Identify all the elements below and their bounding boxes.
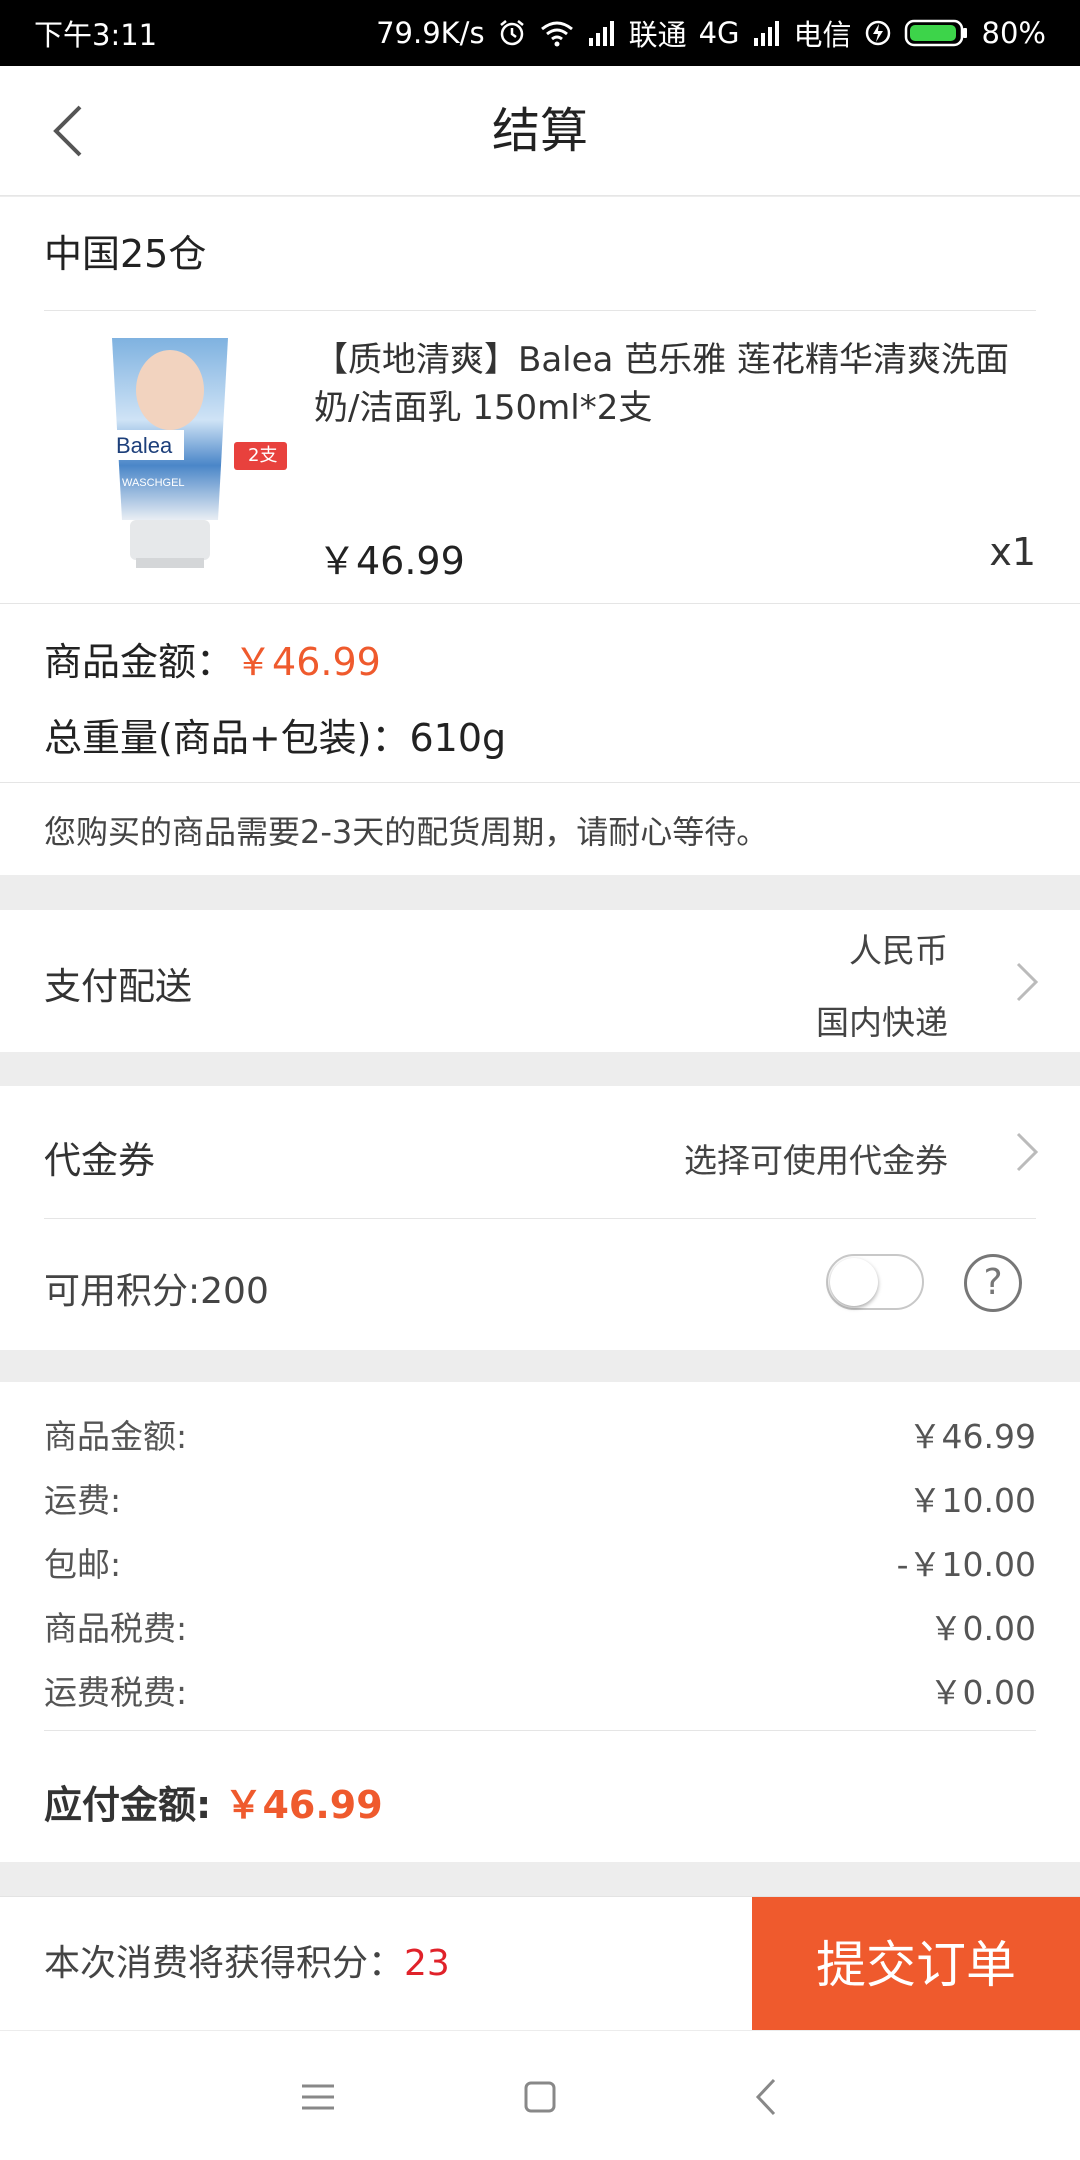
payable-value: ￥46.99 <box>224 1783 383 1827</box>
payment-shipping-label: 支付配送 <box>44 965 192 1008</box>
system-nav-bar <box>0 2030 1080 2160</box>
status-bar: 下午3:11 79.9K/s 联通 4G 电信 80% <box>0 0 1080 66</box>
voucher-action: 选择可使用代金券 <box>684 1141 948 1180</box>
fee-value-shipping: ￥10.00 <box>908 1481 1036 1520</box>
help-icon[interactable]: ? <box>964 1254 1022 1312</box>
divider <box>0 603 1080 604</box>
home-button[interactable] <box>510 2067 570 2127</box>
fee-label-shipping: 运费: <box>44 1481 122 1520</box>
alarm-icon <box>499 20 524 46</box>
quantity-tag: 2支 <box>234 442 288 470</box>
fee-value-goods-tax: ￥0.00 <box>929 1609 1036 1648</box>
earn-points-text: 本次消费将获得积分：23 <box>44 1897 450 2031</box>
menu-button[interactable] <box>288 2067 348 2127</box>
chevron-right-icon <box>1016 1132 1039 1172</box>
home-icon <box>524 2081 556 2113</box>
battery-icon <box>904 19 967 47</box>
fee-value-shipping-tax: ￥0.00 <box>929 1673 1036 1712</box>
payment-shipping-row[interactable]: 支付配送 人民币 国内快递 <box>0 910 1080 1052</box>
network-type: 4G <box>698 16 740 50</box>
toggle-knob <box>830 1258 878 1306</box>
battery-level: 80% <box>981 16 1046 50</box>
shipping-method-value: 国内快递 <box>816 1003 948 1042</box>
stocking-notice: 您购买的商品需要2-3天的配货周期，请耐心等待。 <box>44 813 769 851</box>
payable-amount: 应付金额: ￥46.99 <box>44 1774 383 1829</box>
earn-points-value: 23 <box>404 1943 450 1984</box>
goods-amount: 商品金额：￥46.99 <box>44 631 381 686</box>
image-brand-text: Balea <box>116 433 173 458</box>
fee-label-goods: 商品金额: <box>44 1417 188 1456</box>
fee-label-free-shipping: 包邮: <box>44 1545 122 1584</box>
product-title[interactable]: 【质地清爽】Balea 芭乐雅 莲花精华清爽洗面奶/洁面乳 150ml*2支 <box>314 336 1034 432</box>
submit-order-button[interactable]: 提交订单 <box>752 1897 1080 2031</box>
voucher-points-section: 代金券 选择可使用代金券 可用积分:200 ? <box>0 1086 1080 1350</box>
fee-value-goods: ￥46.99 <box>908 1417 1036 1456</box>
currency-value: 人民币 <box>849 931 948 970</box>
goods-amount-value: ￥46.99 <box>234 640 381 684</box>
points-toggle[interactable] <box>826 1254 924 1310</box>
product-quantity: x1 <box>989 530 1036 574</box>
goods-amount-label: 商品金额： <box>44 640 235 684</box>
order-section: 中国25仓 Balea WASCHGEL 2支 【质地清爽】Balea 芭乐雅 … <box>0 197 1080 875</box>
total-weight: 总重量(商品+包装)：610g <box>44 716 507 760</box>
status-icons: 79.9K/s 联通 4G 电信 80% <box>376 12 1046 54</box>
signal-icon-2 <box>753 21 779 46</box>
charging-icon <box>865 20 890 46</box>
product-image[interactable]: Balea WASCHGEL <box>100 132 240 568</box>
wifi-icon <box>540 21 573 47</box>
network-speed: 79.9K/s <box>376 16 485 50</box>
submit-bar: 本次消费将获得积分：23 提交订单 <box>0 1896 1080 2031</box>
signal-icon-1 <box>588 21 614 46</box>
available-points: 可用积分:200 <box>44 1271 269 1312</box>
fee-value-free-shipping: -￥10.00 <box>896 1545 1036 1584</box>
fee-label-shipping-tax: 运费税费: <box>44 1673 188 1712</box>
divider <box>44 1730 1036 1731</box>
chevron-right-icon <box>1016 962 1039 1002</box>
system-back-button[interactable] <box>736 2067 796 2127</box>
voucher-label: 代金券 <box>44 1139 155 1182</box>
fee-label-goods-tax: 商品税费: <box>44 1609 188 1648</box>
payable-label: 应付金额: <box>44 1783 225 1827</box>
divider <box>44 1218 1036 1219</box>
image-sub-text: WASCHGEL <box>122 477 185 489</box>
carrier-2: 电信 <box>793 18 852 52</box>
status-time: 下午3:11 <box>34 18 158 52</box>
divider <box>0 782 1080 783</box>
back-icon <box>755 2078 776 2116</box>
carrier-1: 联通 <box>628 18 687 52</box>
earn-points-label: 本次消费将获得积分： <box>44 1943 405 1984</box>
product-price: ￥46.99 <box>318 539 465 583</box>
fee-summary: 商品金额: ￥46.99 运费: ￥10.00 包邮: -￥10.00 商品税费… <box>0 1382 1080 1862</box>
voucher-row[interactable]: 代金券 选择可使用代金券 <box>0 1086 1080 1218</box>
menu-icon <box>302 2084 334 2110</box>
